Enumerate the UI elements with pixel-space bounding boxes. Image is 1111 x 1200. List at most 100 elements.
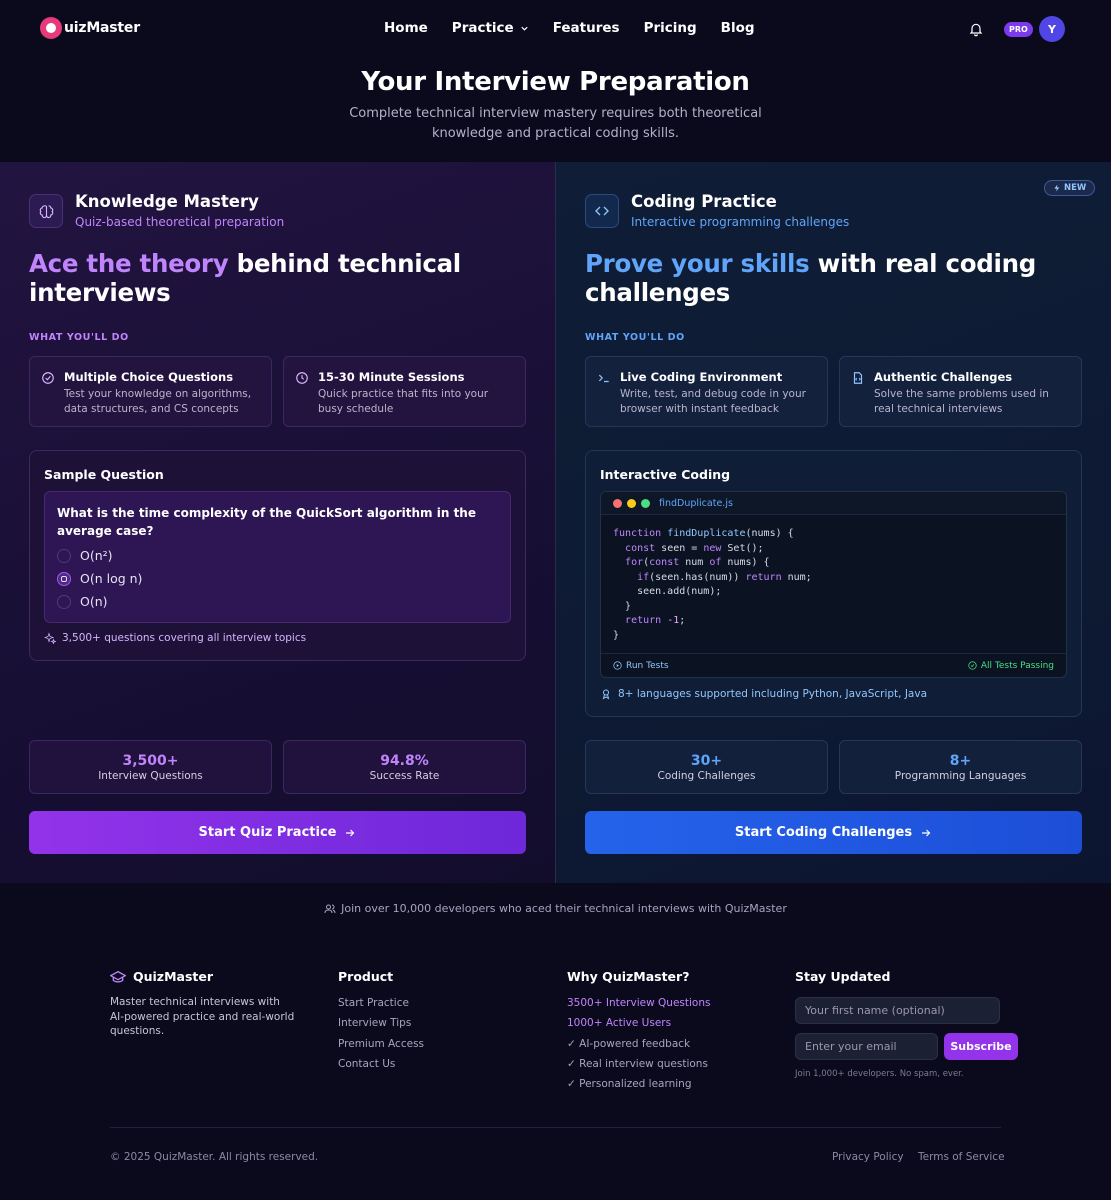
footer-brand-name: QuizMaster	[133, 969, 214, 984]
terms-link[interactable]: Terms of Service	[918, 1151, 1005, 1163]
option-0[interactable]: O(n²)	[57, 544, 498, 567]
feature-title: Authentic Challenges	[874, 370, 1013, 384]
clock-icon	[296, 372, 308, 384]
question-box: What is the time complexity of the Quick…	[44, 491, 511, 623]
nav-practice[interactable]: Practice	[452, 20, 529, 36]
feature-desc: Test your knowledge on algorithms, data …	[64, 388, 252, 415]
radio[interactable]	[57, 548, 71, 563]
coding-subtitle: Interactive programming challenges	[631, 215, 850, 229]
knowledge-subtitle: Quiz-based theoretical preparation	[75, 215, 285, 229]
arrow-right-icon	[346, 829, 355, 836]
why-item: ✓ Personalized learning	[567, 1078, 692, 1091]
privacy-link[interactable]: Privacy Policy	[832, 1151, 904, 1163]
nav-blog[interactable]: Blog	[721, 20, 755, 36]
quiz-footnote: 3,500+ questions covering all interview …	[44, 632, 306, 644]
tests-status-label: All Tests Passing	[980, 660, 1054, 671]
feature-desc: Write, test, and debug code in your brow…	[620, 388, 806, 415]
avatar[interactable]: Y	[1039, 16, 1065, 42]
stat-languages: 8+ Programming Languages	[839, 740, 1082, 794]
option-2[interactable]: O(n)	[57, 590, 498, 613]
tests-status: All Tests Passing	[968, 661, 1054, 671]
option-label: O(n log n)	[80, 571, 143, 586]
nav-practice-label: Practice	[451, 20, 514, 36]
coding-title: Coding Practice	[631, 192, 777, 211]
stat-success: 94.8% Success Rate	[283, 740, 526, 794]
code-editor[interactable]: findDuplicate.js function findDuplicate(…	[600, 491, 1067, 678]
stat-value: 3,500+	[122, 753, 179, 769]
button-label: Start Quiz Practice	[198, 825, 337, 840]
arrow-right-icon	[922, 829, 931, 836]
option-label: O(n)	[80, 594, 108, 609]
footer-link-premium[interactable]: Premium Access	[338, 1038, 424, 1058]
question-text: What is the time complexity of the Quick…	[57, 506, 476, 538]
bolt-icon	[1054, 184, 1060, 192]
why-item: ✓ AI-powered feedback	[567, 1037, 691, 1050]
stat-label: Interview Questions	[98, 770, 203, 782]
feature-title: Multiple Choice Questions	[64, 370, 234, 384]
headline-accent: Ace the theory	[29, 249, 229, 278]
minimize-dot	[627, 498, 636, 508]
logo-mark	[40, 17, 62, 39]
nav-home[interactable]: Home	[384, 20, 428, 36]
close-dot	[613, 498, 622, 508]
footer-link-start-practice[interactable]: Start Practice	[338, 997, 424, 1017]
nav-pricing[interactable]: Pricing	[644, 20, 697, 36]
main-nav: Home Practice Features Pricing Blog	[384, 20, 755, 36]
footer-heading: Product	[338, 969, 394, 984]
footer-product: Product Start Practice Interview Tips Pr…	[338, 969, 424, 1078]
section-label: WHAT YOU'LL DO	[585, 332, 685, 343]
social-proof-text: Join over 10,000 developers who aced the…	[341, 902, 787, 915]
why-item: 3500+ Interview Questions	[567, 997, 711, 1009]
stat-challenges: 30+ Coding Challenges	[585, 740, 828, 794]
feature-sessions: 15-30 Minute Sessions Quick practice tha…	[283, 356, 526, 427]
footer-divider	[110, 1127, 1001, 1128]
logo[interactable]: uizMaster	[40, 17, 140, 39]
stat-value: 8+	[949, 753, 972, 769]
coding-headline: Prove your skills with real coding chall…	[585, 249, 1055, 307]
editor-titlebar: findDuplicate.js	[601, 492, 1066, 515]
brain-icon	[29, 194, 63, 228]
stat-value: 30+	[690, 753, 723, 769]
editor-filename: findDuplicate.js	[659, 497, 733, 509]
footer-link-contact[interactable]: Contact Us	[338, 1058, 424, 1078]
chevron-down-icon	[521, 26, 528, 31]
footer-heading: Why QuizMaster?	[567, 969, 690, 984]
feature-desc: Solve the same problems used in real tec…	[874, 388, 1049, 415]
feature-title: 15-30 Minute Sessions	[318, 370, 465, 384]
first-name-input[interactable]: Your first name (optional)	[795, 997, 1000, 1024]
email-input[interactable]: Enter your email	[795, 1033, 938, 1060]
option-1-selected[interactable]: O(n log n)	[57, 567, 498, 590]
section-label: WHAT YOU'LL DO	[29, 332, 129, 343]
panel-divider	[555, 162, 556, 883]
play-icon	[613, 661, 622, 670]
check-circle-icon	[42, 372, 54, 384]
award-icon	[602, 689, 610, 700]
radio-selected[interactable]	[57, 571, 71, 586]
nav-features[interactable]: Features	[553, 20, 620, 36]
knowledge-title: Knowledge Mastery	[75, 192, 259, 211]
option-label: O(n²)	[80, 548, 113, 563]
code-content: function findDuplicate(nums) { const see…	[613, 528, 812, 641]
subscribe-button[interactable]: Subscribe	[944, 1033, 1018, 1060]
headline-accent: Prove your skills	[585, 249, 810, 278]
start-coding-button[interactable]: Start Coding Challenges	[585, 811, 1082, 854]
radio[interactable]	[57, 594, 71, 609]
page-subtitle: Complete technical interview mastery req…	[349, 106, 762, 141]
stat-value: 94.8%	[380, 753, 429, 769]
coding-footnote: 8+ languages supported including Python,…	[600, 688, 927, 700]
feature-mcq: Multiple Choice Questions Test your know…	[29, 356, 272, 427]
terminal-icon	[598, 374, 609, 383]
footer-brand-desc: Master technical interviews with AI-powe…	[110, 996, 295, 1037]
run-tests-button[interactable]: Run Tests	[613, 661, 669, 671]
feature-desc: Quick practice that fits into your busy …	[318, 388, 489, 415]
newsletter-disclaimer: Join 1,000+ developers. No spam, ever.	[795, 1069, 964, 1079]
bell-icon[interactable]	[968, 21, 984, 37]
footer-link-interview-tips[interactable]: Interview Tips	[338, 1017, 424, 1037]
code-brackets-icon	[585, 194, 619, 228]
why-item: ✓ Real interview questions	[567, 1057, 708, 1070]
start-quiz-button[interactable]: Start Quiz Practice	[29, 811, 526, 854]
editor-footer: Run Tests All Tests Passing	[601, 653, 1066, 677]
copyright: © 2025 QuizMaster. All rights reserved.	[110, 1151, 319, 1163]
knowledge-headline: Ace the theory behind technical intervie…	[29, 249, 499, 307]
check-circle-icon	[968, 661, 977, 670]
